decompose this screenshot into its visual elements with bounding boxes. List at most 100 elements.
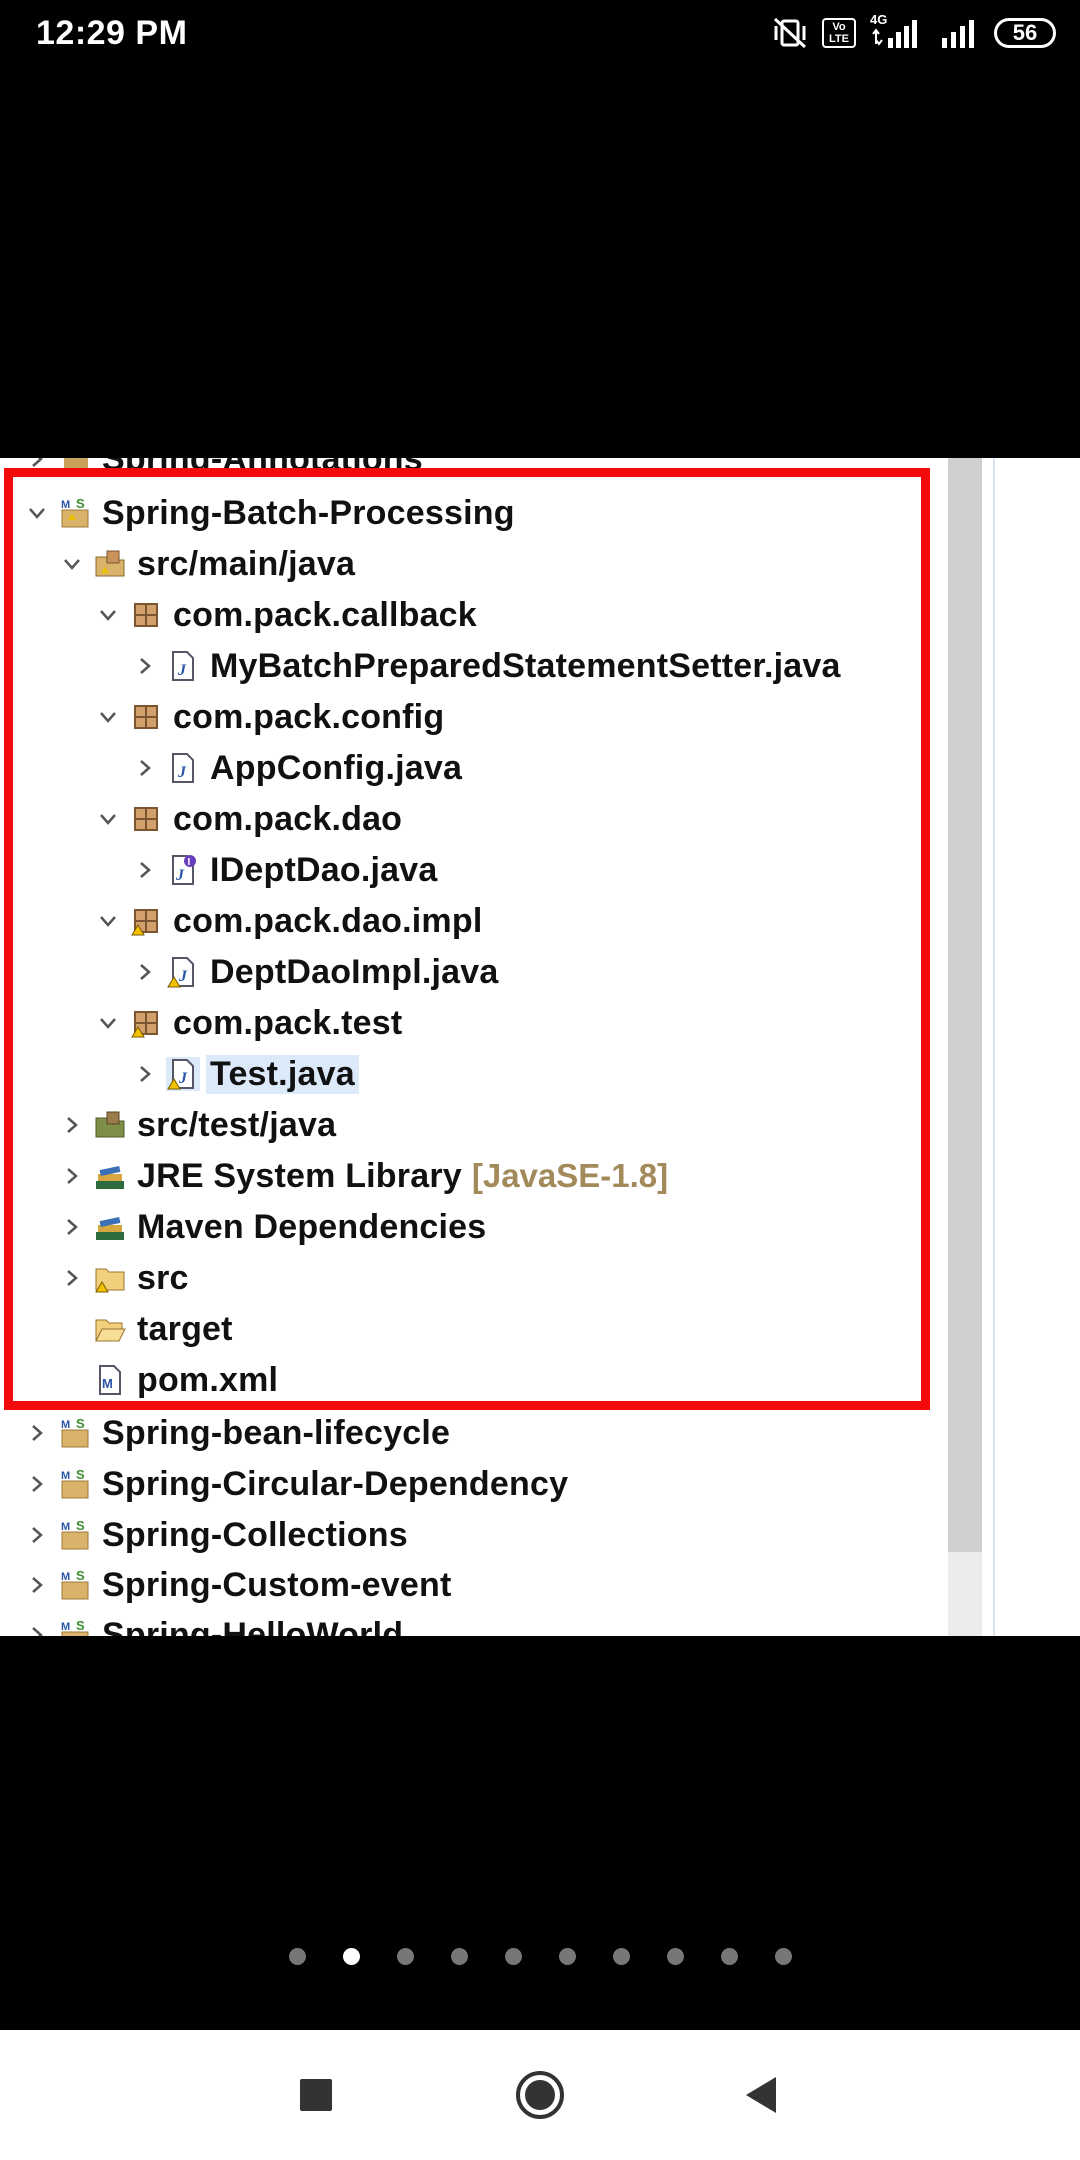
signal-icon (942, 20, 974, 48)
svg-text:M: M (61, 1521, 70, 1533)
chevron-right-icon[interactable] (59, 1202, 85, 1252)
tree-item-label: src/test/java (137, 1105, 337, 1144)
status-bar: 12:29 PM Vo LTE 4G 56 (0, 0, 1080, 66)
page-dot[interactable] (342, 1948, 360, 1965)
tree-item-maven-dependencies[interactable]: Maven Dependencies (59, 1202, 486, 1252)
chevron-right-icon[interactable] (24, 1408, 50, 1458)
tree-item-target[interactable]: target (59, 1304, 233, 1354)
chevron-down-icon[interactable] (95, 998, 121, 1048)
tree-item-spring-custom-event[interactable]: MS Spring-Custom-event (24, 1560, 451, 1610)
page-dot[interactable] (504, 1948, 522, 1965)
tree-item-spring-helloworld[interactable]: MS Spring-HelloWorld (24, 1610, 403, 1636)
chevron-down-icon[interactable] (24, 488, 50, 538)
page-dot[interactable] (558, 1948, 576, 1965)
recents-icon (300, 2079, 332, 2111)
source-folder-icon (93, 1108, 127, 1142)
home-button[interactable] (460, 2030, 620, 2160)
tree-item-pom[interactable]: M pom.xml (59, 1355, 278, 1405)
tree-item-label: com.pack.config (173, 697, 445, 736)
recents-button[interactable] (236, 2030, 396, 2160)
maven-project-icon: MS (58, 1518, 92, 1552)
folder-open-icon (93, 1312, 127, 1346)
maven-project-icon: MS (58, 1416, 92, 1450)
source-folder-icon (93, 547, 127, 581)
page-dot[interactable] (774, 1948, 792, 1965)
page-dot[interactable] (666, 1948, 684, 1965)
panel-divider (993, 458, 995, 1636)
tree-item-package-callback[interactable]: com.pack.callback (95, 590, 477, 640)
tree-item-file-setter[interactable]: J MyBatchPreparedStatementSetter.java (132, 641, 841, 691)
chevron-right-icon[interactable] (59, 1253, 85, 1303)
svg-text:J: J (178, 1070, 188, 1087)
tree-item-label: com.pack.callback (173, 595, 477, 634)
svg-text:M: M (61, 1470, 70, 1482)
chevron-down-icon[interactable] (95, 692, 121, 742)
tree-item-label: JRE System Library (137, 1156, 462, 1195)
maven-pom-icon: M (93, 1363, 127, 1397)
page-dot[interactable] (720, 1948, 738, 1965)
scrollbar-thumb[interactable] (948, 458, 982, 1552)
java-file-icon: J (166, 649, 200, 683)
tree-item-src[interactable]: src (59, 1253, 189, 1303)
tree-item-label: Spring-Collections (102, 1515, 408, 1554)
tree-item-project[interactable]: MS Spring-Batch-Processing (24, 488, 515, 538)
svg-text:J: J (178, 968, 188, 985)
tree-item-label: Spring-bean-lifecycle (102, 1413, 451, 1452)
tree-item-package-test[interactable]: com.pack.test (95, 998, 402, 1048)
project-explorer-image: MS Spring-Annotations MS Spring-Batch-Pr… (0, 458, 1080, 1636)
chevron-right-icon[interactable] (132, 845, 158, 895)
chevron-down-icon[interactable] (95, 794, 121, 844)
tree-item-spring-collections[interactable]: MS Spring-Collections (24, 1510, 408, 1560)
chevron-right-icon[interactable] (24, 458, 50, 484)
page-dot[interactable] (450, 1948, 468, 1965)
package-warning-icon (129, 904, 163, 938)
page-dot[interactable] (396, 1948, 414, 1965)
tree-item-file-test[interactable]: J Test.java (132, 1049, 359, 1099)
chevron-down-icon[interactable] (59, 539, 85, 589)
status-icons: Vo LTE 4G 56 (772, 12, 1056, 52)
tree-item-package-dao[interactable]: com.pack.dao (95, 794, 402, 844)
back-button[interactable] (680, 2030, 840, 2160)
back-icon (746, 2077, 776, 2113)
chevron-down-icon[interactable] (95, 590, 121, 640)
maven-project-icon: MS (58, 458, 92, 476)
page-dot[interactable] (288, 1948, 306, 1965)
tree-item-spring-circular-dependency[interactable]: MS Spring-Circular-Dependency (24, 1459, 568, 1509)
page-dot[interactable] (612, 1948, 630, 1965)
chevron-right-icon[interactable] (132, 743, 158, 793)
tree-item-label: Maven Dependencies (137, 1207, 487, 1246)
tree-item-label: Spring-Batch-Processing (102, 493, 515, 532)
navigation-bar (0, 2030, 1080, 2160)
tree-item-file-appconfig[interactable]: J AppConfig.java (132, 743, 462, 793)
chevron-right-icon[interactable] (59, 1100, 85, 1150)
tree-item-label: src (137, 1258, 189, 1297)
chevron-right-icon[interactable] (24, 1510, 50, 1560)
chevron-right-icon[interactable] (59, 1151, 85, 1201)
chevron-right-icon[interactable] (132, 1049, 158, 1099)
java-interface-file-icon: JI (166, 853, 200, 887)
tree-item-jre-library[interactable]: JRE System Library [JavaSE-1.8] (59, 1151, 668, 1201)
svg-text:M: M (61, 1571, 70, 1583)
svg-text:M: M (61, 1621, 70, 1633)
chevron-right-icon[interactable] (24, 1459, 50, 1509)
chevron-right-icon[interactable] (132, 641, 158, 691)
tree-item-spring-bean-lifecycle[interactable]: MS Spring-bean-lifecycle (24, 1408, 450, 1458)
chevron-right-icon[interactable] (24, 1610, 50, 1636)
svg-text:S: S (76, 1467, 85, 1482)
tree-item-label: pom.xml (137, 1360, 279, 1399)
tree-item-package-dao-impl[interactable]: com.pack.dao.impl (95, 896, 482, 946)
tree-item-src-test-java[interactable]: src/test/java (59, 1100, 336, 1150)
tree-item-spring-annotations[interactable]: MS Spring-Annotations (24, 458, 423, 484)
tree-item-package-config[interactable]: com.pack.config (95, 692, 444, 742)
package-warning-icon (129, 1006, 163, 1040)
tree-item-file-ideptdao[interactable]: JI IDeptDao.java (132, 845, 437, 895)
chevron-right-icon[interactable] (24, 1560, 50, 1610)
tree-item-file-deptdaoimpl[interactable]: J DeptDaoImpl.java (132, 947, 499, 997)
chevron-down-icon[interactable] (95, 896, 121, 946)
java-file-icon: J (166, 751, 200, 785)
tree-item-src-main-java[interactable]: src/main/java (59, 539, 355, 589)
chevron-right-icon[interactable] (132, 947, 158, 997)
tree-item-label: src/main/java (137, 544, 356, 583)
library-icon (93, 1210, 127, 1244)
tree-item-label: com.pack.dao.impl (173, 901, 483, 940)
